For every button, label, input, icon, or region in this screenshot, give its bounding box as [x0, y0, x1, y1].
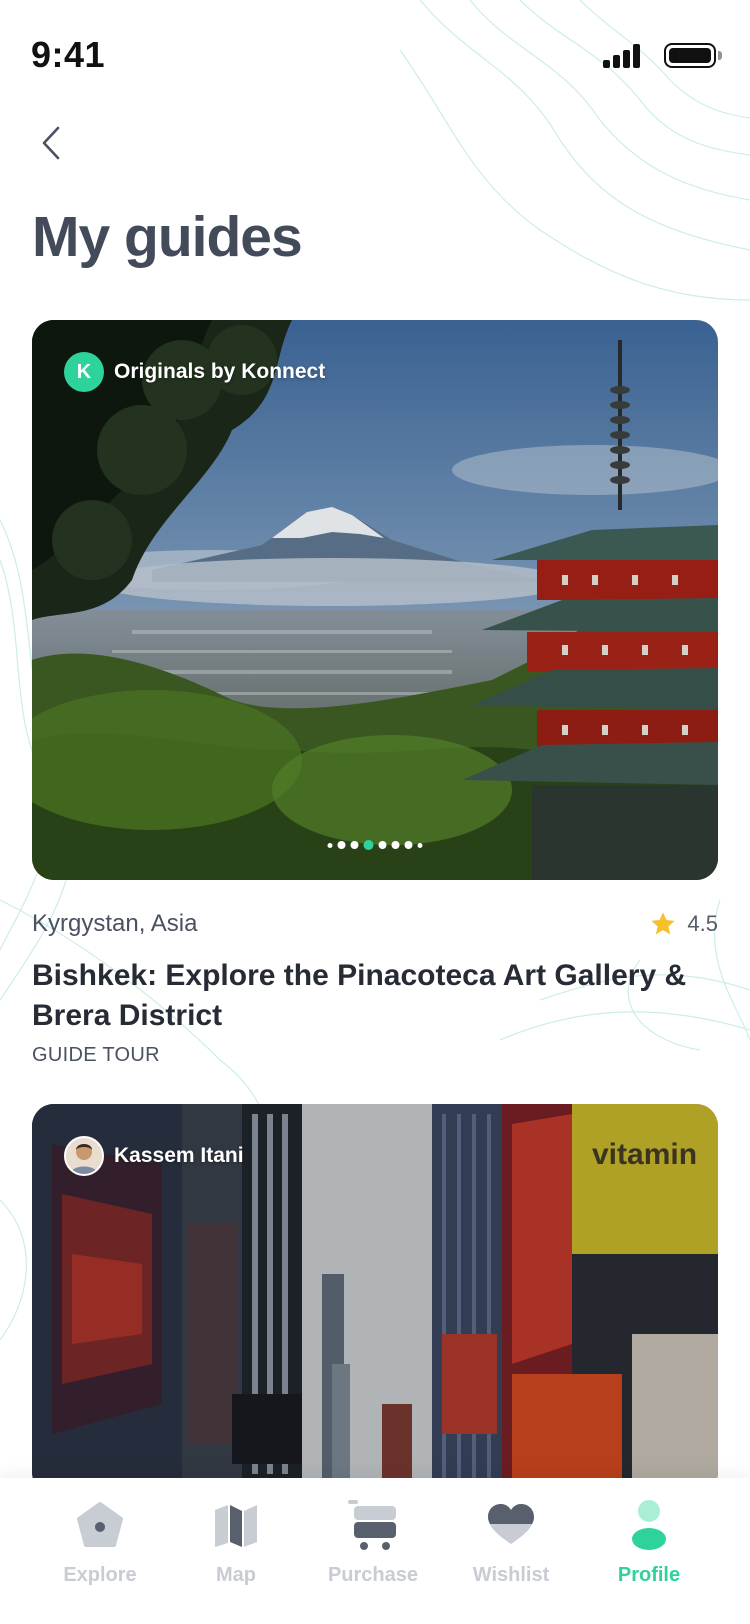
mount-fuji-pagoda-photo	[32, 320, 718, 880]
tab-label: Wishlist	[472, 1564, 550, 1586]
carousel-dot-active[interactable]	[363, 840, 374, 850]
billboard-text: vitamin	[592, 1138, 697, 1171]
cart-icon	[348, 1498, 398, 1552]
carousel-dot[interactable]	[417, 842, 423, 848]
guide-title[interactable]: Bishkek: Explore the Pinacoteca Art Gall…	[32, 956, 692, 1036]
carousel-dot[interactable]	[404, 841, 413, 849]
cellular-signal-icon	[603, 44, 641, 68]
guide-card-image[interactable]: vitamin Kassem Itani	[32, 1104, 718, 1494]
carousel-dot[interactable]	[378, 841, 387, 849]
tab-explore[interactable]: Explore	[35, 1498, 165, 1608]
guide-category: GUIDE TOUR	[32, 1044, 160, 1066]
carousel-indicator[interactable]	[327, 840, 423, 850]
map-icon	[211, 1498, 261, 1552]
battery-cap	[718, 51, 722, 60]
author-badge[interactable]: K Originals by Konnect	[64, 352, 325, 392]
tab-label: Profile	[617, 1564, 681, 1586]
tab-wishlist[interactable]: Wishlist	[446, 1498, 576, 1608]
carousel-dot[interactable]	[391, 841, 400, 849]
author-name: Originals by Konnect	[114, 360, 326, 383]
chevron-left-icon	[42, 126, 60, 160]
author-avatar: K	[64, 352, 104, 392]
page-title: My guides	[32, 205, 303, 269]
guide-card[interactable]: K Originals by Konnect Kyrgystan, Asia 4…	[32, 320, 718, 1067]
user-portrait-icon	[66, 1138, 102, 1174]
tab-label: Explore	[63, 1564, 137, 1586]
author-avatar	[64, 1136, 104, 1176]
carousel-dot[interactable]	[327, 842, 333, 848]
guide-location: Kyrgystan, Asia	[32, 910, 198, 937]
guide-card[interactable]: vitamin Kassem Itani	[32, 1104, 718, 1494]
status-bar: 9:41	[0, 0, 750, 110]
carousel-dot[interactable]	[350, 841, 359, 849]
author-name: Kassem Itani	[114, 1144, 244, 1167]
guide-card-image[interactable]: K Originals by Konnect	[32, 320, 718, 880]
guide-rating: 4.5	[649, 910, 718, 938]
explore-icon	[75, 1498, 125, 1552]
tab-label: Map	[216, 1564, 256, 1586]
rating-value: 4.5	[687, 911, 718, 936]
battery-icon	[664, 43, 716, 68]
tab-label: Purchase	[327, 1564, 419, 1586]
tab-profile[interactable]: Profile	[584, 1498, 714, 1608]
star-icon	[651, 912, 676, 935]
author-badge[interactable]: Kassem Itani	[64, 1136, 244, 1176]
heart-icon	[486, 1498, 536, 1552]
tab-map[interactable]: Map	[171, 1498, 301, 1608]
profile-icon	[624, 1498, 674, 1552]
back-button[interactable]	[36, 122, 68, 164]
tab-purchase[interactable]: Purchase	[308, 1498, 438, 1608]
carousel-dot[interactable]	[337, 841, 346, 849]
guide-meta: Kyrgystan, Asia 4.5	[32, 910, 718, 944]
bottom-tab-bar: Explore Map Purchase Wishlist Profile	[0, 1478, 750, 1624]
status-time: 9:41	[31, 34, 106, 75]
